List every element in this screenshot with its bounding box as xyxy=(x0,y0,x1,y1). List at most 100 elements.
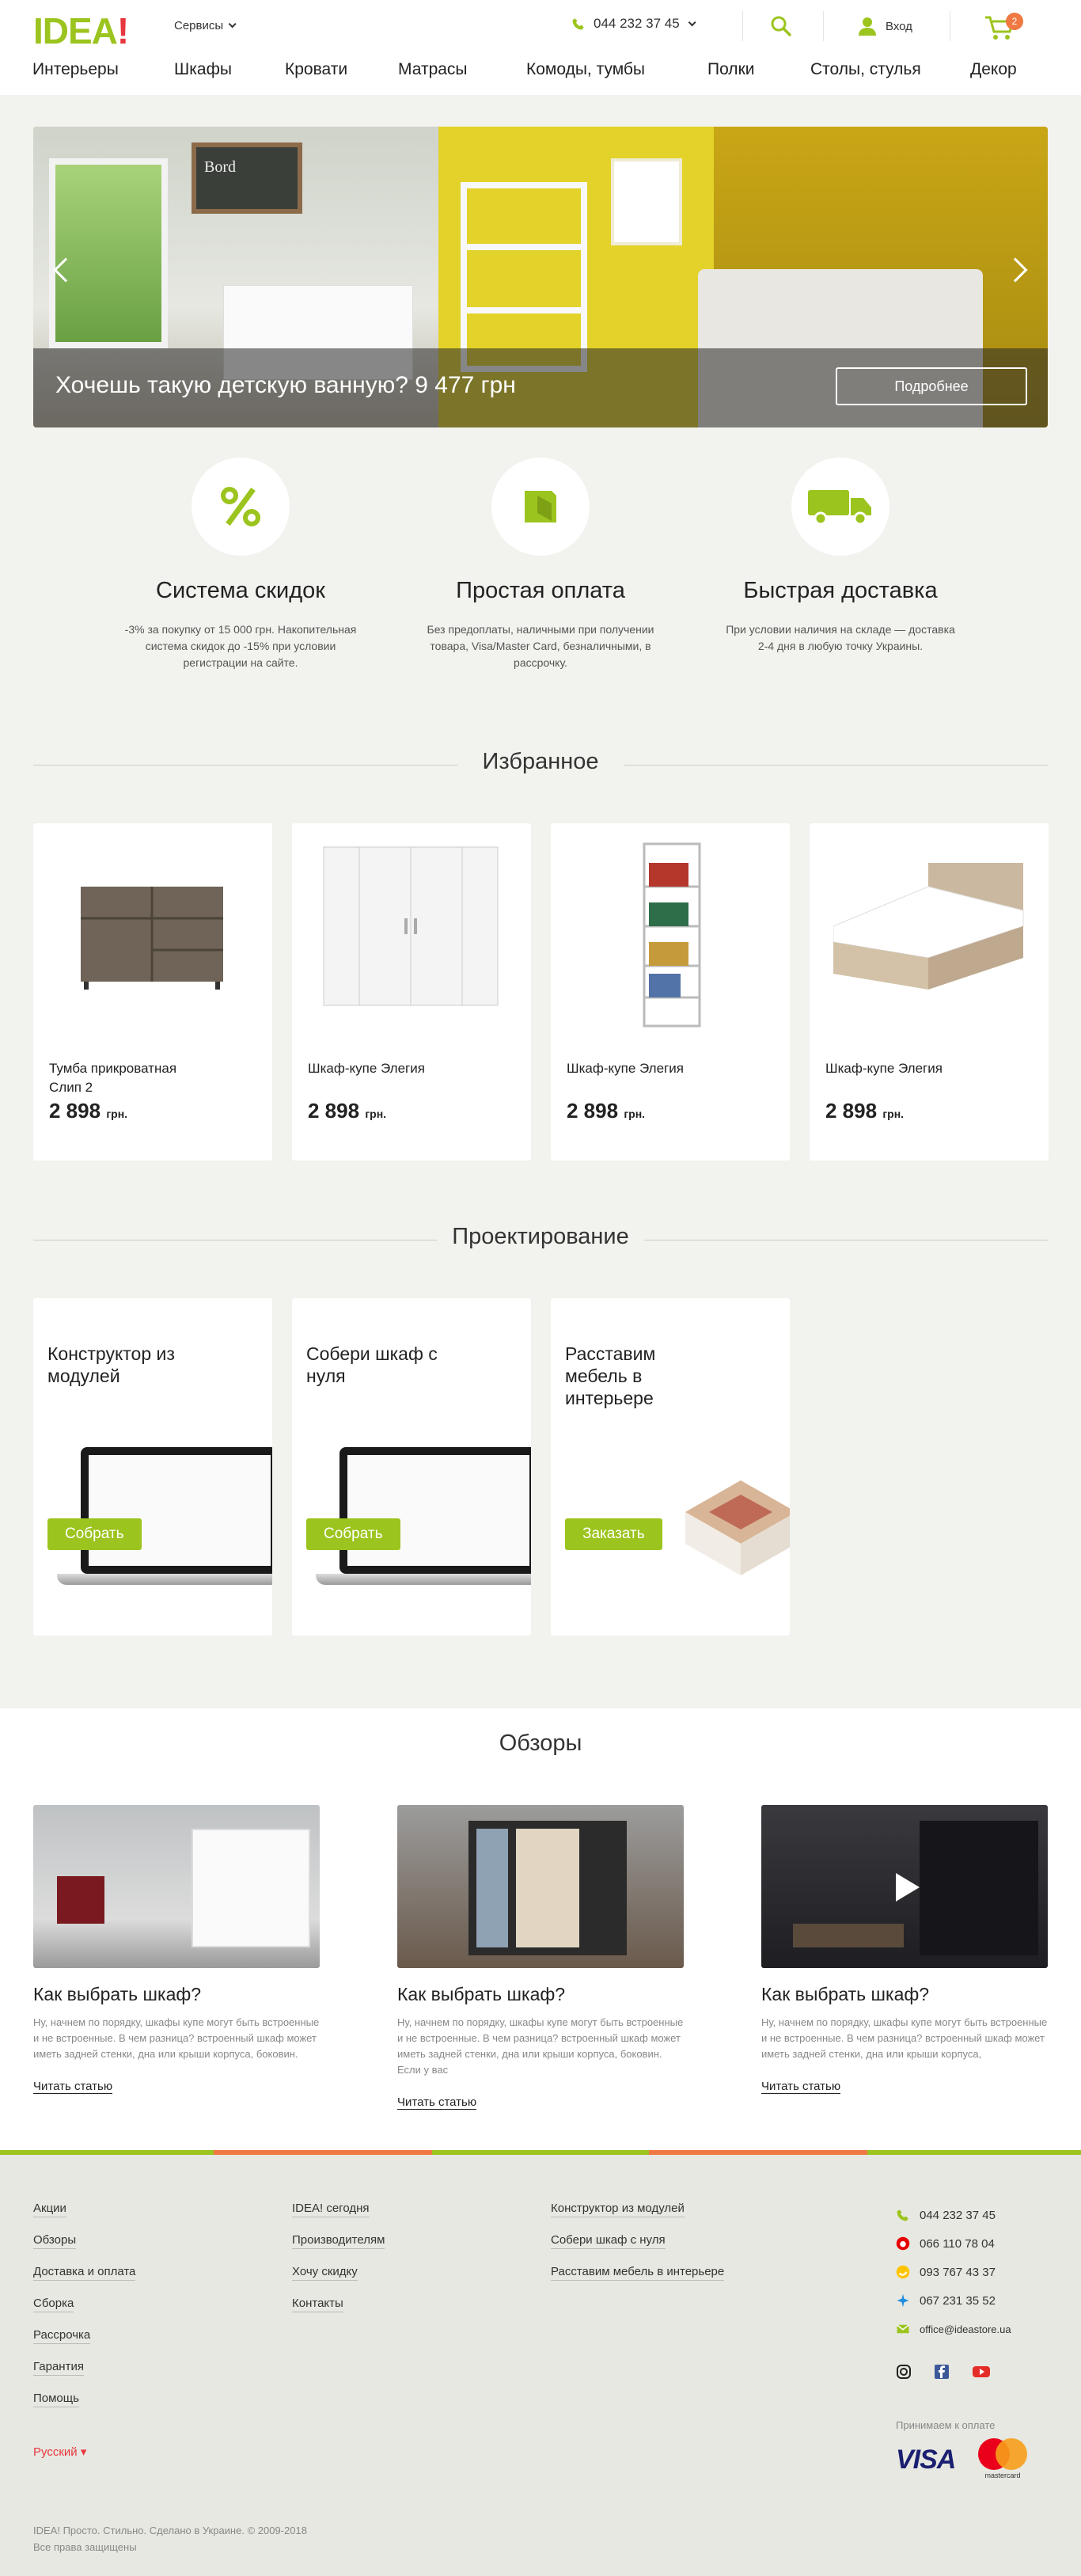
feature-text: -3% за покупку от 15 000 грн. Накопитель… xyxy=(124,623,357,669)
product-name[interactable]: Тумба прикроватная Слип 2 xyxy=(49,1059,207,1097)
product-price: 2 898 грн. xyxy=(567,1099,646,1123)
percent-icon xyxy=(221,487,260,526)
product-name[interactable]: Шкаф-купе Элегия xyxy=(308,1059,466,1078)
lifecell-icon xyxy=(896,2265,910,2279)
youtube-icon[interactable] xyxy=(972,2364,991,2380)
product-image-bed xyxy=(833,863,1024,990)
instagram-icon[interactable] xyxy=(896,2364,912,2380)
assemble-button[interactable]: Собрать xyxy=(306,1518,400,1550)
login-button[interactable]: Вход xyxy=(857,16,912,36)
cart-button[interactable]: 2 xyxy=(984,13,1023,41)
design-card-wardrobe[interactable]: Собери шкаф с нуля Собрать xyxy=(292,1298,531,1636)
review-title[interactable]: Как выбрать шкаф? xyxy=(33,1984,320,2005)
mastercard-logo: mastercard xyxy=(975,2438,1030,2481)
read-article-link[interactable]: Читать статью xyxy=(397,2095,477,2110)
design-card-interior[interactable]: Расставим мебель в интерьере Заказать xyxy=(551,1298,790,1636)
review-card: Как выбрать шкаф? Ну, начнем по порядку,… xyxy=(397,1805,684,2110)
review-video[interactable] xyxy=(761,1805,1048,1968)
design-card-modules[interactable]: Конструктор из модулей Собрать xyxy=(33,1298,272,1636)
hero-shelf xyxy=(461,182,587,372)
nav-item-shelves[interactable]: Полки xyxy=(707,60,754,79)
hero-more-button[interactable]: Подробнее xyxy=(836,367,1027,405)
contact-phone-lifecell[interactable]: 093 767 43 37 xyxy=(896,2258,1011,2286)
hero-caption: Хочешь такую детскую ванную? 9 477 грн xyxy=(55,372,516,398)
footer-link[interactable]: Конструктор из модулей xyxy=(551,2201,685,2217)
product-name[interactable]: Шкаф-купе Элегия xyxy=(567,1059,725,1078)
user-icon xyxy=(859,17,876,36)
design-heading: Проектирование xyxy=(33,1224,1048,1256)
feature-text: Без предоплаты, наличными при получении … xyxy=(427,623,654,669)
footer-link[interactable]: Расставим мебель в интерьере xyxy=(551,2264,725,2281)
footer-link[interactable]: Производителям xyxy=(292,2232,385,2249)
footer-link[interactable]: IDEA! сегодня xyxy=(292,2201,370,2217)
read-article-link[interactable]: Читать статью xyxy=(761,2080,841,2094)
footer-contacts: 044 232 37 45 066 110 78 04 093 767 43 3… xyxy=(896,2201,1011,2343)
product-name[interactable]: Шкаф-купе Элегия xyxy=(825,1059,984,1078)
feature-text: При условии наличия на складе — доставка… xyxy=(726,623,955,652)
email-icon xyxy=(897,2324,909,2334)
review-image[interactable] xyxy=(397,1805,684,1968)
review-card: Как выбрать шкаф? Ну, начнем по порядку,… xyxy=(761,1805,1048,2094)
footer-link[interactable]: Собери шкаф с нуля xyxy=(551,2232,666,2249)
product-card[interactable]: Шкаф-купе Элегия 2 898 грн. xyxy=(810,823,1049,1161)
product-price: 2 898 грн. xyxy=(49,1099,128,1123)
divider xyxy=(823,11,824,41)
feature-title: Система скидок xyxy=(156,578,325,603)
assemble-button[interactable]: Собрать xyxy=(47,1518,142,1550)
chevron-down-icon xyxy=(228,20,237,28)
review-image[interactable] xyxy=(33,1805,320,1968)
feature-icon-circle xyxy=(491,458,590,556)
hero-caption-bar: Хочешь такую детскую ванную? 9 477 грн П… xyxy=(33,348,1048,427)
footer-link[interactable]: Гарантия xyxy=(33,2359,84,2376)
hero-banner: Bord Хочешь такую детскую ванную? 9 477 … xyxy=(33,127,1048,427)
visa-logo: VISA xyxy=(896,2445,956,2475)
nav-item-beds[interactable]: Кровати xyxy=(285,60,347,79)
footer-link[interactable]: Помощь xyxy=(33,2391,79,2407)
phone-icon xyxy=(572,18,584,30)
phone-dropdown[interactable]: 044 232 37 45 xyxy=(571,16,696,32)
services-dropdown[interactable]: Сервисы xyxy=(174,19,237,32)
product-price: 2 898 грн. xyxy=(825,1099,905,1123)
language-selector[interactable]: Русский ▾ xyxy=(33,2445,86,2459)
play-icon[interactable] xyxy=(896,1873,920,1902)
review-title[interactable]: Как выбрать шкаф? xyxy=(761,1984,1048,2005)
order-button[interactable]: Заказать xyxy=(565,1518,662,1550)
floorplan-image xyxy=(685,1480,790,1575)
product-card[interactable]: Тумба прикроватная Слип 2 2 898 грн. xyxy=(33,823,272,1161)
contact-phone[interactable]: 044 232 37 45 xyxy=(896,2201,1011,2229)
logo[interactable]: IDEA! xyxy=(33,9,129,52)
copyright: IDEA! Просто. Стильно. Сделано в Украине… xyxy=(33,2525,307,2553)
header-phone: 044 232 37 45 xyxy=(594,16,680,31)
contact-email[interactable]: office@ideastore.ua xyxy=(896,2315,1011,2343)
footer-column-3: Конструктор из модулей Собери шкаф с нул… xyxy=(551,2201,725,2296)
product-price: 2 898 грн. xyxy=(308,1099,387,1123)
product-card[interactable]: Шкаф-купе Элегия 2 898 грн. xyxy=(551,823,790,1161)
nav-item-interiors[interactable]: Интерьеры xyxy=(32,60,119,79)
search-button[interactable] xyxy=(769,14,793,38)
footer-link[interactable]: Акции xyxy=(33,2201,66,2217)
nav-item-decor[interactable]: Декор xyxy=(970,60,1017,79)
footer-link[interactable]: Доставка и оплата xyxy=(33,2264,136,2281)
footer-link[interactable]: Обзоры xyxy=(33,2232,77,2249)
footer-link[interactable]: Сборка xyxy=(33,2296,74,2312)
facebook-icon[interactable] xyxy=(934,2364,950,2380)
feature-icon-circle xyxy=(791,458,889,556)
nav-item-mattresses[interactable]: Матрасы xyxy=(398,60,468,79)
footer-stripe xyxy=(0,2150,1081,2155)
read-article-link[interactable]: Читать статью xyxy=(33,2080,113,2094)
feature-title: Простая оплата xyxy=(456,578,625,603)
nav-item-wardrobes[interactable]: Шкафы xyxy=(174,60,232,79)
contact-phone-vodafone[interactable]: 066 110 78 04 xyxy=(896,2229,1011,2258)
main-nav: Интерьеры Шкафы Кровати Матрасы Комоды, … xyxy=(0,57,1081,89)
contact-phone-kyivstar[interactable]: 067 231 35 52 xyxy=(896,2286,1011,2315)
nav-item-dressers[interactable]: Комоды, тумбы xyxy=(526,60,645,79)
footer-link[interactable]: Рассрочка xyxy=(33,2327,91,2344)
feature-discounts: Система скидок -3% за покупку от 15 000 … xyxy=(122,458,359,671)
review-title[interactable]: Как выбрать шкаф? xyxy=(397,1984,684,2005)
nav-item-tables-chairs[interactable]: Столы, стулья xyxy=(810,60,921,79)
favorites-heading: Избранное xyxy=(33,749,1048,781)
feature-title: Быстрая доставка xyxy=(743,578,938,603)
footer-link[interactable]: Хочу скидку xyxy=(292,2264,358,2281)
footer-link[interactable]: Контакты xyxy=(292,2296,343,2312)
product-card[interactable]: Шкаф-купе Элегия 2 898 грн. xyxy=(292,823,531,1161)
